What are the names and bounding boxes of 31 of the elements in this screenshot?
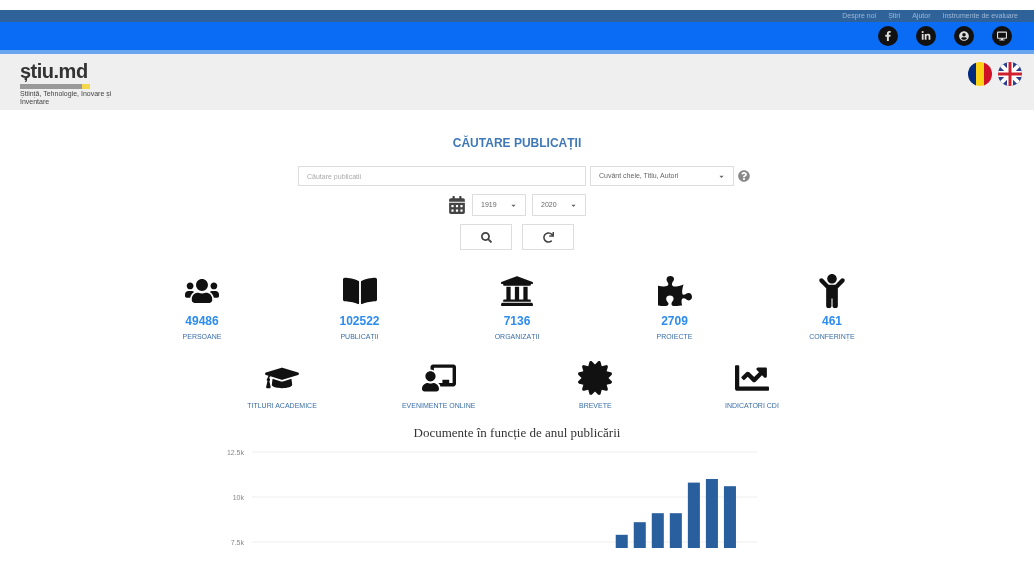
puzzle-icon[interactable] [657,274,692,308]
search-button[interactable] [460,224,512,250]
bar [633,521,646,548]
uk-flag-icon[interactable] [998,62,1022,86]
stat-count[interactable]: 102522 [339,312,380,330]
reset-button[interactable] [522,224,574,250]
stat-count[interactable]: 7136 [503,312,531,330]
linkedin-icon[interactable] [916,26,936,46]
search-title: CĂUTARE PUBLICAȚII [452,134,582,152]
building-columns-icon[interactable] [500,274,534,308]
search-icon [480,231,492,243]
user-icon[interactable] [954,26,974,46]
facebook-icon[interactable] [878,26,898,46]
stat-count[interactable]: 2709 [661,312,688,330]
stat-count[interactable]: 461 [822,312,842,330]
romania-flag-icon[interactable] [968,62,992,86]
bar [687,482,700,548]
help-icon[interactable] [738,170,750,182]
calendar-icon [448,196,466,214]
bar [651,512,664,548]
logo-title[interactable]: știu.md [20,60,140,82]
logo-bar [20,84,90,89]
refresh-icon [542,231,554,243]
bar [669,512,682,548]
certificate-icon[interactable] [578,360,613,395]
monitor-icon[interactable] [992,26,1012,46]
chart-title: Documente în funcție de anul publicării [413,424,621,442]
bar [615,534,628,548]
bar [705,478,718,548]
bar [723,485,736,548]
stat-count[interactable]: 49486 [185,312,219,330]
